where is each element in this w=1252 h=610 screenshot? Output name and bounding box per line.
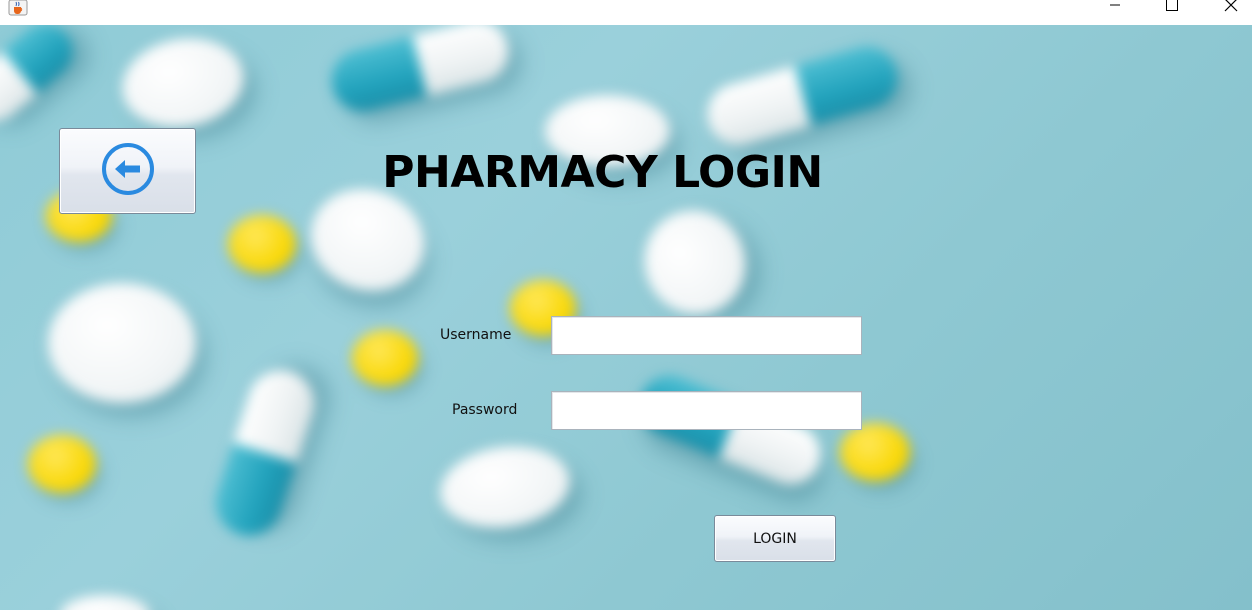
username-label: Username: [440, 327, 512, 343]
java-cup-icon: [8, 0, 28, 16]
page-title: PHARMACY LOGIN: [382, 147, 823, 198]
login-button[interactable]: LOGIN: [714, 515, 836, 562]
minimize-button[interactable]: [1092, 0, 1138, 14]
back-button[interactable]: [59, 128, 196, 214]
password-input[interactable]: [551, 391, 862, 430]
minimize-icon: [1109, 0, 1121, 16]
password-label: Password: [452, 402, 518, 418]
username-input[interactable]: [551, 316, 862, 355]
close-icon: [1224, 0, 1238, 17]
close-button[interactable]: [1208, 0, 1252, 14]
maximize-icon: [1166, 0, 1178, 16]
maximize-button[interactable]: [1149, 0, 1195, 14]
arrow-left-circle-icon: [100, 141, 156, 202]
login-panel: PHARMACY LOGIN Username Password LOGIN: [0, 25, 1252, 610]
title-bar: [0, 0, 1252, 25]
application-window: PHARMACY LOGIN Username Password LOGIN: [0, 0, 1252, 610]
